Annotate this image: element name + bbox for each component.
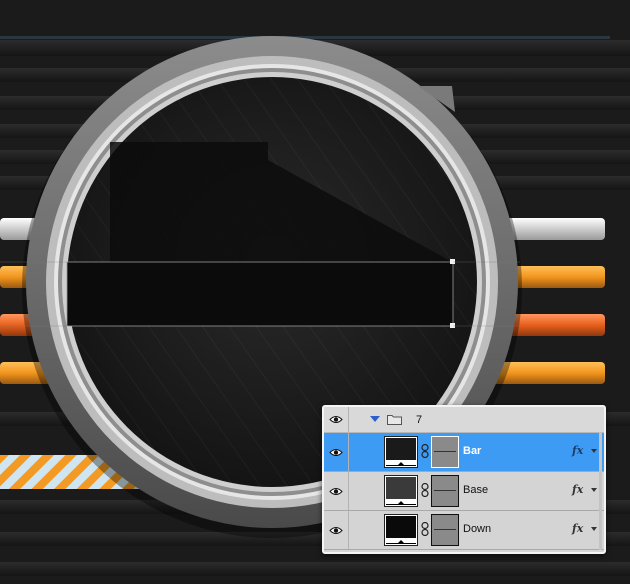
expand-effects-arrow-icon[interactable] <box>591 449 597 453</box>
layer-name: Down <box>463 523 492 535</box>
layer-thumbnail[interactable] <box>384 475 418 507</box>
layer-row-base[interactable]: Base fx <box>324 472 604 511</box>
eye-icon <box>329 416 343 423</box>
layer-visibility-toggle[interactable] <box>324 433 349 471</box>
layer-name: Base <box>463 484 489 496</box>
layer-visibility-toggle[interactable] <box>324 472 349 510</box>
layer-mask-thumbnail[interactable] <box>431 475 459 507</box>
link-chain-icon[interactable] <box>421 444 429 458</box>
layer-mask-thumbnail[interactable] <box>431 514 459 546</box>
layer-row-bar[interactable]: Bar fx <box>324 433 604 472</box>
eye-icon <box>329 448 343 456</box>
expand-effects-arrow-icon[interactable] <box>591 488 597 492</box>
layers-scrollbar[interactable] <box>599 432 602 550</box>
layer-row-down[interactable]: Down fx <box>324 511 604 550</box>
fx-icon[interactable]: fx <box>572 522 583 535</box>
link-chain-icon[interactable] <box>421 483 429 497</box>
layer-name: Bar <box>463 445 482 457</box>
fx-icon[interactable]: fx <box>572 444 583 457</box>
group-visibility-toggle[interactable] <box>324 407 349 432</box>
group-name: 7 <box>416 414 423 426</box>
layer-group-row[interactable]: 7 <box>324 407 604 433</box>
layers-panel: 7 Bar fx Base fx Down fx <box>322 405 606 554</box>
layer-visibility-toggle[interactable] <box>324 511 349 549</box>
fx-icon[interactable]: fx <box>572 483 583 496</box>
eye-icon <box>329 487 343 495</box>
layer-mask-thumbnail[interactable] <box>431 436 459 468</box>
layer-thumbnail[interactable] <box>384 436 418 468</box>
expand-effects-arrow-icon[interactable] <box>591 527 597 531</box>
group-expand-triangle-icon[interactable] <box>370 416 380 422</box>
link-chain-icon[interactable] <box>421 522 429 536</box>
folder-icon <box>387 415 402 425</box>
layer-thumbnail[interactable] <box>384 514 418 546</box>
eye-icon <box>329 526 343 534</box>
